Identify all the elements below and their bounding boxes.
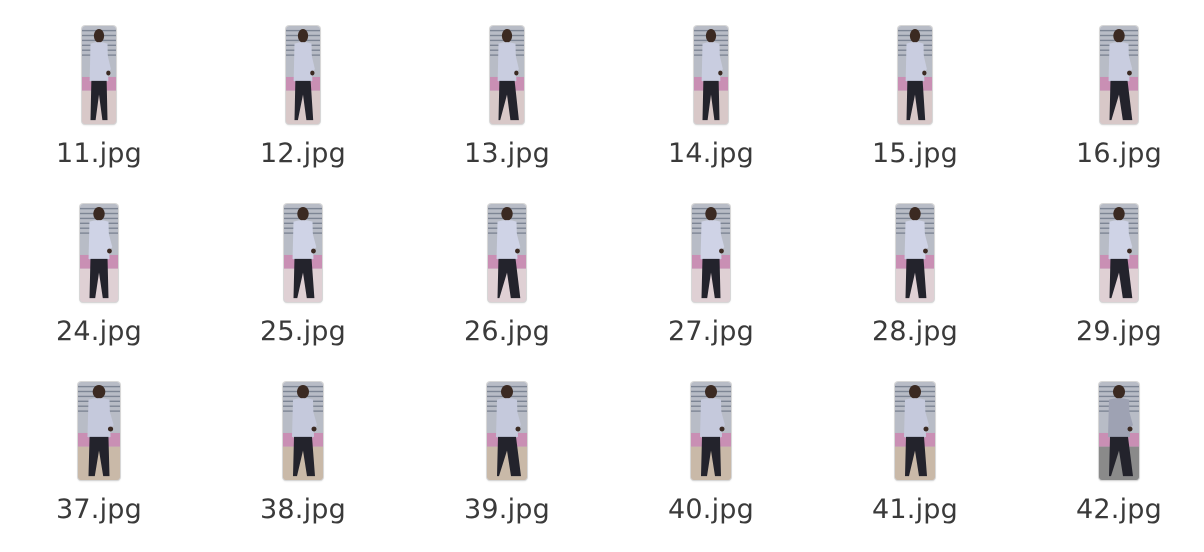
thumbnail-container [636, 204, 786, 304]
file-name-label: 40.jpg [668, 494, 754, 525]
file-name-label: 26.jpg [464, 316, 550, 347]
image-thumbnail [490, 26, 524, 124]
thumbnail-container [1044, 204, 1194, 304]
file-item[interactable]: 29.jpg [1044, 204, 1194, 364]
image-thumbnail [78, 382, 120, 480]
file-item[interactable]: 38.jpg [228, 382, 378, 542]
thumbnail-container [24, 382, 174, 482]
thumbnail-container [840, 382, 990, 482]
image-thumbnail [286, 26, 320, 124]
file-name-label: 27.jpg [668, 316, 754, 347]
file-name-label: 37.jpg [56, 494, 142, 525]
image-thumbnail [284, 204, 322, 302]
image-thumbnail [1099, 382, 1139, 480]
file-name-label: 25.jpg [260, 316, 346, 347]
image-thumbnail [487, 382, 527, 480]
file-item[interactable]: 42.jpg [1044, 382, 1194, 542]
thumbnail-container [228, 204, 378, 304]
file-name-label: 13.jpg [464, 138, 550, 169]
file-item[interactable]: 40.jpg [636, 382, 786, 542]
file-item[interactable]: 41.jpg [840, 382, 990, 542]
file-item[interactable]: 24.jpg [24, 204, 174, 364]
image-thumbnail [1100, 204, 1138, 302]
image-thumbnail [895, 382, 935, 480]
file-name-label: 24.jpg [56, 316, 142, 347]
image-thumbnail [691, 382, 731, 480]
file-name-label: 38.jpg [260, 494, 346, 525]
file-name-label: 11.jpg [56, 138, 142, 169]
image-thumbnail [488, 204, 526, 302]
thumbnail-container [228, 26, 378, 126]
thumbnail-container [432, 382, 582, 482]
file-item[interactable]: 28.jpg [840, 204, 990, 364]
thumbnail-container [840, 26, 990, 126]
thumbnail-container [636, 26, 786, 126]
thumbnail-container [228, 382, 378, 482]
file-name-label: 28.jpg [872, 316, 958, 347]
file-name-label: 12.jpg [260, 138, 346, 169]
image-thumbnail [283, 382, 323, 480]
file-item[interactable]: 25.jpg [228, 204, 378, 364]
file-name-label: 15.jpg [872, 138, 958, 169]
file-grid: 11.jpg 12.jpg 13.jpg 14.jpg 15.jpg 16.jpg 24.j… [0, 0, 1204, 552]
image-thumbnail [898, 26, 932, 124]
file-item[interactable]: 27.jpg [636, 204, 786, 364]
thumbnail-container [24, 204, 174, 304]
thumbnail-container [636, 382, 786, 482]
image-thumbnail [694, 26, 728, 124]
image-thumbnail [692, 204, 730, 302]
image-thumbnail [82, 26, 116, 124]
thumbnail-container [1044, 26, 1194, 126]
thumbnail-container [24, 26, 174, 126]
thumbnail-container [432, 26, 582, 126]
file-name-label: 16.jpg [1076, 138, 1162, 169]
file-name-label: 41.jpg [872, 494, 958, 525]
file-item[interactable]: 13.jpg [432, 26, 582, 186]
image-thumbnail [1100, 26, 1138, 124]
file-name-label: 39.jpg [464, 494, 550, 525]
file-item[interactable]: 15.jpg [840, 26, 990, 186]
file-item[interactable]: 16.jpg [1044, 26, 1194, 186]
image-thumbnail [80, 204, 118, 302]
file-name-label: 14.jpg [668, 138, 754, 169]
file-name-label: 29.jpg [1076, 316, 1162, 347]
file-item[interactable]: 26.jpg [432, 204, 582, 364]
thumbnail-container [840, 204, 990, 304]
thumbnail-container [432, 204, 582, 304]
file-item[interactable]: 12.jpg [228, 26, 378, 186]
file-name-label: 42.jpg [1076, 494, 1162, 525]
file-item[interactable]: 14.jpg [636, 26, 786, 186]
file-item[interactable]: 39.jpg [432, 382, 582, 542]
file-item[interactable]: 11.jpg [24, 26, 174, 186]
thumbnail-container [1044, 382, 1194, 482]
file-item[interactable]: 37.jpg [24, 382, 174, 542]
image-thumbnail [896, 204, 934, 302]
